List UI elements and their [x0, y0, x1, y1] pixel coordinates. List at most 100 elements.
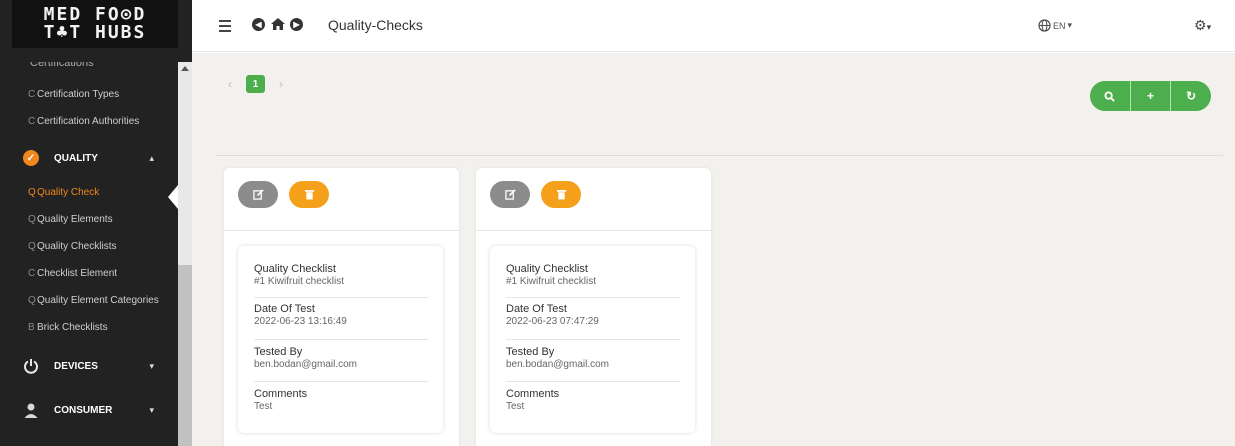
next-page-button[interactable]: › — [279, 77, 283, 91]
field-value: #1 Kiwifruit checklist — [506, 276, 597, 287]
caret-down-icon: ▾ — [149, 360, 154, 371]
sidebar-item-letter: Q — [28, 187, 36, 198]
edit-icon — [504, 189, 516, 200]
field-date-of-test: Date Of Test 2022-06-23 13:16:49 — [254, 303, 428, 327]
field-tested-by: Tested By ben.bodan@gmail.com — [506, 346, 680, 370]
refresh-button[interactable]: ↻ — [1171, 81, 1211, 111]
content-divider — [216, 155, 1223, 156]
language-label: EN — [1053, 20, 1066, 31]
field-value: Test — [506, 401, 525, 412]
chevron-down-icon: ▾ — [1067, 20, 1073, 30]
sidebar-item-letter: Q — [28, 295, 36, 306]
forward-arrow-icon[interactable]: ▶ — [290, 18, 304, 32]
sidebar-item-letter: Q — [28, 214, 36, 225]
sidebar-item-certification-types[interactable]: C Certification Types — [0, 81, 178, 108]
trash-icon — [556, 190, 566, 200]
topbar: ◀ ▶ Quality-Checks EN ▾ ⚙▾ — [192, 0, 1235, 52]
field-date-of-test: Date Of Test 2022-06-23 07:47:29 — [506, 303, 680, 327]
sidebar-section-quality[interactable]: ✓ QUALITY ▴ — [0, 137, 178, 179]
field-tested-by: Tested By ben.bodan@gmail.com — [254, 346, 428, 370]
field-label: Quality Checklist — [254, 263, 336, 275]
page-1-button[interactable]: 1 — [246, 75, 265, 93]
delete-button[interactable] — [289, 181, 329, 208]
edit-button[interactable] — [490, 181, 530, 208]
brand-logo[interactable]: MED FO⊙D T♣T HUBS — [12, 0, 178, 48]
field-value: Test — [254, 401, 273, 412]
sidebar-item-checklist-element[interactable]: C Checklist Element — [0, 260, 178, 287]
sidebar-item-letter: B — [28, 322, 35, 333]
settings-menu[interactable]: ⚙▾ — [1194, 17, 1211, 34]
sidebar-item-label: Certification Authorities — [37, 116, 140, 127]
field-value: ben.bodan@gmail.com — [254, 359, 357, 370]
sidebar-section-consumer[interactable]: CONSUMER ▾ — [0, 389, 178, 431]
section-label: DEVICES — [54, 360, 98, 372]
sidebar-item-label: Quality Checklists — [37, 241, 117, 252]
sidebar-item-label: Quality Elements — [37, 214, 113, 225]
search-button[interactable] — [1090, 81, 1130, 111]
back-arrow-icon[interactable]: ◀ — [252, 18, 266, 32]
edit-icon — [252, 189, 264, 200]
sidebar: MED FO⊙D T♣T HUBS Certifications C Certi… — [0, 0, 192, 446]
trash-icon — [304, 190, 314, 200]
card-details: Quality Checklist #1 Kiwifruit checklist… — [238, 246, 443, 433]
section-label: QUALITY — [54, 152, 98, 164]
sidebar-item-letter: C — [28, 116, 36, 127]
sidebar-item-quality-check[interactable]: Q Quality Check — [0, 179, 178, 206]
sidebar-item-quality-element-categories[interactable]: Q Quality Element Categories — [0, 287, 178, 314]
field-divider — [254, 339, 428, 340]
sidebar-item-label: Certification Types — [37, 89, 120, 100]
field-divider — [254, 381, 428, 382]
gear-icon: ⚙ — [1194, 17, 1207, 33]
plus-icon: + — [1147, 89, 1155, 103]
sidebar-scrollbar-thumb[interactable] — [178, 265, 192, 446]
main-content: ‹ 1 › + ↻ Quality Checklist #1 Kiwifruit… — [192, 53, 1235, 446]
delete-button[interactable] — [541, 181, 581, 208]
quality-check-card: Quality Checklist #1 Kiwifruit checklist… — [476, 168, 711, 446]
field-comments: Comments Test — [506, 388, 680, 412]
card-details: Quality Checklist #1 Kiwifruit checklist… — [490, 246, 695, 433]
check-circle-icon: ✓ — [22, 149, 40, 167]
brand-line-2: T♣T HUBS — [43, 22, 147, 43]
card-header — [476, 168, 711, 231]
quality-check-card: Quality Checklist #1 Kiwifruit checklist… — [224, 168, 459, 446]
globe-icon — [1038, 19, 1051, 32]
sidebar-item-letter: C — [28, 89, 36, 100]
field-value: 2022-06-23 13:16:49 — [254, 316, 347, 327]
field-divider — [506, 339, 680, 340]
hamburger-menu-icon[interactable] — [219, 20, 231, 32]
sidebar-item-certifications[interactable]: Certifications — [30, 62, 94, 68]
sidebar-section-devices[interactable]: DEVICES ▾ — [0, 345, 178, 387]
field-divider — [506, 381, 680, 382]
sidebar-item-label: Quality Element Categories — [37, 295, 159, 306]
prev-page-button[interactable]: ‹ — [228, 77, 232, 91]
home-icon[interactable] — [270, 16, 285, 30]
field-quality-checklist: Quality Checklist #1 Kiwifruit checklist — [506, 263, 680, 287]
field-value: ben.bodan@gmail.com — [506, 359, 609, 370]
active-indicator — [168, 185, 178, 209]
field-label: Date Of Test — [254, 303, 315, 315]
language-selector[interactable]: EN ▾ — [1038, 19, 1072, 32]
field-quality-checklist: Quality Checklist #1 Kiwifruit checklist — [254, 263, 428, 287]
action-button-group: + ↻ — [1090, 81, 1211, 111]
page-title: Quality-Checks — [328, 17, 423, 33]
sidebar-item-brick-checklists[interactable]: B Brick Checklists — [0, 314, 178, 341]
sidebar-item-label: Checklist Element — [37, 268, 118, 279]
card-header — [224, 168, 459, 231]
chevron-down-icon: ▾ — [1206, 22, 1212, 32]
pagination: ‹ 1 › — [228, 75, 283, 93]
field-label: Comments — [254, 388, 308, 400]
sidebar-item-certification-authorities[interactable]: C Certification Authorities — [0, 108, 178, 135]
field-label: Date Of Test — [506, 303, 567, 315]
sidebar-item-letter: C — [28, 268, 36, 279]
field-divider — [506, 297, 680, 298]
section-label: CONSUMER — [54, 404, 113, 416]
field-value: #1 Kiwifruit checklist — [254, 276, 345, 287]
sidebar-item-quality-checklists[interactable]: Q Quality Checklists — [0, 233, 178, 260]
caret-up-icon: ▴ — [149, 152, 154, 163]
edit-button[interactable] — [238, 181, 278, 208]
scroll-up-arrow-icon[interactable] — [181, 66, 189, 71]
field-label: Comments — [506, 388, 560, 400]
sidebar-item-quality-elements[interactable]: Q Quality Elements — [0, 206, 178, 233]
add-button[interactable]: + — [1131, 81, 1171, 111]
field-value: 2022-06-23 07:47:29 — [506, 316, 599, 327]
